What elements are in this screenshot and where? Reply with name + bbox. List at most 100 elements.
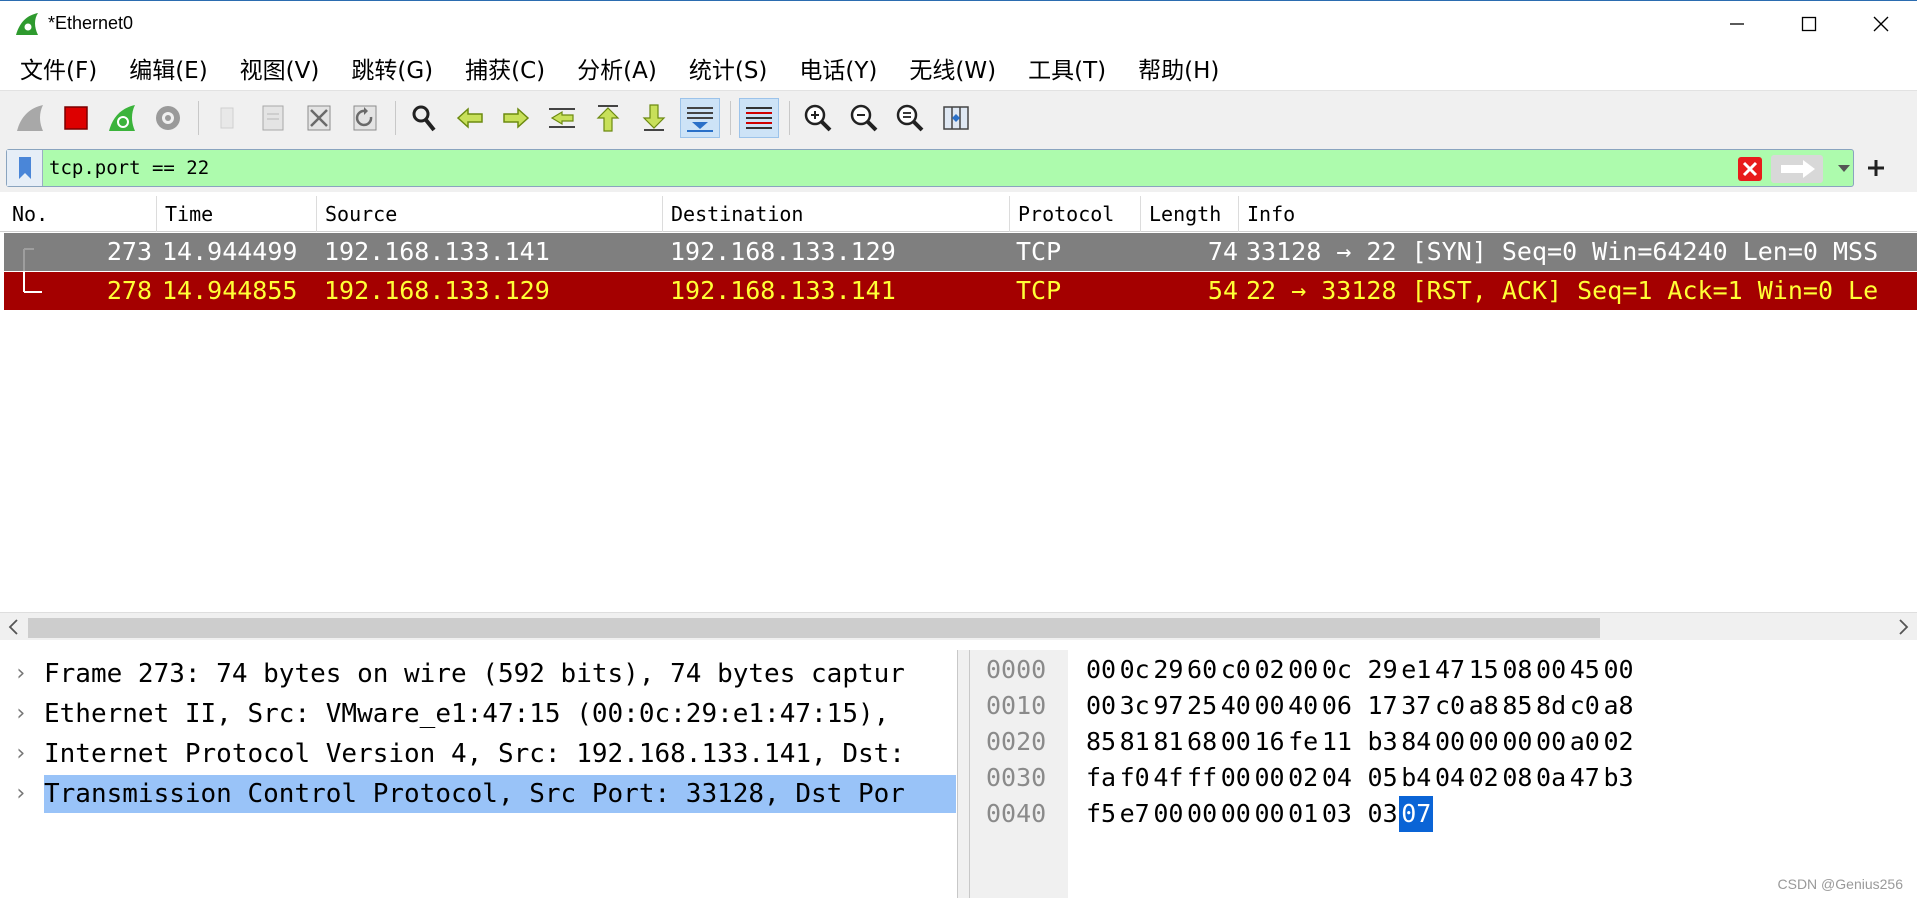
hex-byte[interactable]: 81: [1118, 724, 1152, 760]
packet-list-hscrollbar[interactable]: [0, 612, 1917, 640]
hex-byte[interactable]: 02: [1467, 760, 1501, 796]
hex-byte[interactable]: 45: [1568, 652, 1602, 688]
hex-byte[interactable]: 06: [1320, 688, 1354, 724]
pane-splitter[interactable]: [958, 650, 970, 898]
hex-byte[interactable]: 85: [1500, 688, 1534, 724]
hex-byte[interactable]: 16: [1253, 724, 1287, 760]
hex-byte[interactable]: 15: [1467, 652, 1501, 688]
add-filter-button[interactable]: [1862, 154, 1890, 182]
chevron-right-icon[interactable]: ›: [14, 735, 34, 773]
hex-byte[interactable]: 37: [1399, 688, 1433, 724]
clear-filter-button[interactable]: [1737, 156, 1763, 182]
hex-byte[interactable]: 08: [1500, 652, 1534, 688]
hex-byte[interactable]: 11: [1320, 724, 1354, 760]
hex-byte[interactable]: 85: [1084, 724, 1118, 760]
hex-byte[interactable]: 60: [1185, 652, 1219, 688]
go-forward-button[interactable]: [496, 98, 536, 138]
chevron-right-icon[interactable]: [1891, 615, 1915, 639]
hex-byte[interactable]: 00: [1219, 724, 1253, 760]
column-header-protocol[interactable]: Protocol: [1010, 196, 1141, 232]
hex-byte[interactable]: 40: [1219, 688, 1253, 724]
close-window-button[interactable]: [1845, 1, 1917, 47]
filter-bookmark-button[interactable]: [7, 150, 43, 186]
hex-byte[interactable]: 00: [1253, 688, 1287, 724]
filter-history-dropdown[interactable]: [1835, 158, 1853, 178]
detail-tree-item[interactable]: › Frame 273: 74 bytes on wire (592 bits)…: [0, 655, 958, 693]
hex-byte[interactable]: c0: [1433, 688, 1467, 724]
menu-edit[interactable]: 编辑(E): [117, 51, 219, 85]
hex-byte[interactable]: 03: [1320, 796, 1354, 832]
go-to-packet-button[interactable]: [542, 98, 582, 138]
hex-byte[interactable]: b4: [1399, 760, 1433, 796]
minimize-button[interactable]: [1701, 1, 1773, 47]
hex-byte[interactable]: 40: [1286, 688, 1320, 724]
hex-byte[interactable]: b3: [1602, 760, 1636, 796]
column-header-info[interactable]: Info: [1239, 196, 1917, 232]
hex-byte[interactable]: e1: [1399, 652, 1433, 688]
hex-byte[interactable]: 84: [1399, 724, 1433, 760]
menu-statistics[interactable]: 统计(S): [677, 51, 780, 85]
hex-byte[interactable]: 00: [1433, 724, 1467, 760]
hex-byte[interactable]: a8: [1467, 688, 1501, 724]
hex-byte[interactable]: 0c: [1320, 652, 1354, 688]
close-file-button[interactable]: [299, 98, 339, 138]
colorize-button[interactable]: [739, 97, 779, 138]
hex-byte[interactable]: 47: [1568, 760, 1602, 796]
detail-tree-item[interactable]: › Internet Protocol Version 4, Src: 192.…: [0, 735, 958, 773]
menu-go[interactable]: 跳转(G): [339, 51, 445, 85]
last-packet-button[interactable]: [634, 98, 674, 138]
maximize-button[interactable]: [1773, 1, 1845, 47]
start-capture-button[interactable]: [10, 98, 50, 138]
hex-byte[interactable]: 03: [1366, 796, 1400, 832]
zoom-out-button[interactable]: [844, 98, 884, 138]
packet-row[interactable]: 278 14.944855 192.168.133.129 192.168.13…: [4, 272, 1917, 310]
chevron-right-icon[interactable]: ›: [14, 695, 34, 733]
hex-byte[interactable]: 00: [1084, 688, 1118, 724]
hex-byte[interactable]: 17: [1366, 688, 1400, 724]
hex-byte[interactable]: 00: [1084, 652, 1118, 688]
hex-byte[interactable]: 29: [1366, 652, 1400, 688]
menu-telephony[interactable]: 电话(Y): [787, 51, 889, 85]
scrollbar-thumb[interactable]: [28, 618, 1600, 638]
hex-byte[interactable]: 00: [1602, 652, 1636, 688]
hex-byte[interactable]: 0c: [1118, 652, 1152, 688]
reload-file-button[interactable]: [345, 98, 385, 138]
resize-columns-button[interactable]: [936, 98, 976, 138]
chevron-right-icon[interactable]: ›: [14, 655, 34, 693]
hex-byte[interactable]: 00: [1253, 760, 1287, 796]
hex-byte[interactable]: 00: [1151, 796, 1185, 832]
stop-capture-button[interactable]: [56, 98, 96, 138]
hex-byte[interactable]: c0: [1568, 688, 1602, 724]
hex-byte[interactable]: 02: [1602, 724, 1636, 760]
detail-tree-item[interactable]: › Ethernet II, Src: VMware_e1:47:15 (00:…: [0, 695, 958, 733]
hex-byte[interactable]: 25: [1185, 688, 1219, 724]
capture-options-button[interactable]: [148, 98, 188, 138]
column-header-time[interactable]: Time: [157, 196, 317, 232]
column-header-destination[interactable]: Destination: [663, 196, 1010, 232]
hex-byte[interactable]: 00: [1219, 796, 1253, 832]
hex-byte[interactable]: 02: [1286, 760, 1320, 796]
display-filter-input[interactable]: [49, 150, 1729, 186]
hex-byte[interactable]: 01: [1286, 796, 1320, 832]
zoom-normal-button[interactable]: [890, 98, 930, 138]
hex-byte[interactable]: 47: [1433, 652, 1467, 688]
column-header-no[interactable]: No.: [4, 196, 157, 232]
save-file-button[interactable]: [253, 98, 293, 138]
hex-byte[interactable]: 3c: [1118, 688, 1152, 724]
menu-view[interactable]: 视图(V): [228, 51, 332, 85]
menu-wireless[interactable]: 无线(W): [897, 51, 1008, 85]
hex-byte[interactable]: 04: [1320, 760, 1354, 796]
hex-byte[interactable]: 8d: [1534, 688, 1568, 724]
packet-row[interactable]: 273 14.944499 192.168.133.141 192.168.13…: [4, 233, 1917, 271]
find-packet-button[interactable]: [404, 98, 444, 138]
hex-byte[interactable]: c0: [1219, 652, 1253, 688]
hex-byte[interactable]: 00: [1467, 724, 1501, 760]
hex-byte[interactable]: ff: [1185, 760, 1219, 796]
hex-byte[interactable]: 68: [1185, 724, 1219, 760]
menu-capture[interactable]: 捕获(C): [453, 51, 557, 85]
hex-byte[interactable]: a8: [1602, 688, 1636, 724]
hex-byte[interactable]: 29: [1151, 652, 1185, 688]
hex-byte[interactable]: e7: [1118, 796, 1152, 832]
hex-byte-selected[interactable]: 07: [1399, 796, 1434, 832]
hex-byte[interactable]: 00: [1253, 796, 1287, 832]
